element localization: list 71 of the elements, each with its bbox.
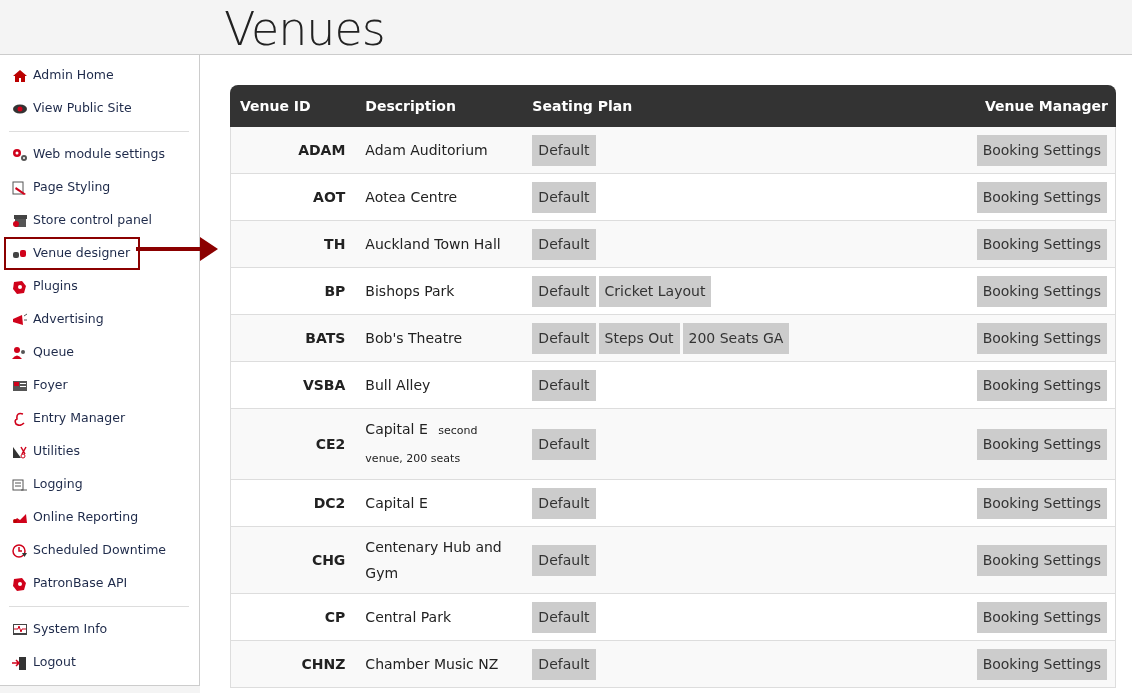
seating-plan-button[interactable]: Default xyxy=(532,181,596,213)
venue-id-cell: BATS xyxy=(230,315,356,362)
sidebar-item[interactable]: Utilities xyxy=(4,435,89,468)
booking-settings-button[interactable]: Booking Settings xyxy=(976,181,1107,213)
sidebar-item[interactable]: Advertising xyxy=(4,303,112,336)
booking-settings-button[interactable]: Booking Settings xyxy=(976,275,1107,307)
column-header: Venue Manager xyxy=(909,85,1116,127)
people-icon xyxy=(12,345,28,360)
booking-settings-button[interactable]: Booking Settings xyxy=(976,544,1107,576)
seating-plan-button[interactable]: Default xyxy=(532,275,596,307)
venue-id-cell: CHNZ xyxy=(230,641,356,688)
sidebar-item[interactable]: Store control panel xyxy=(4,204,160,237)
megaphone-icon xyxy=(12,312,28,327)
gears-icon xyxy=(12,147,28,162)
booking-settings-button[interactable]: Booking Settings xyxy=(976,648,1107,680)
booking-settings-button[interactable]: Booking Settings xyxy=(976,601,1107,633)
sidebar-item[interactable]: PatronBase API xyxy=(4,567,136,600)
column-header: Seating Plan xyxy=(522,85,910,127)
house-icon xyxy=(12,68,28,83)
seating-plan-button[interactable]: Default xyxy=(532,487,596,519)
sidebar-item[interactable]: System Info xyxy=(4,613,116,646)
clock-icon xyxy=(12,543,28,558)
seating-plan-button[interactable]: Steps Out xyxy=(598,322,680,354)
booking-settings-button[interactable]: Booking Settings xyxy=(976,428,1107,460)
venue-description: Auckland Town Hall xyxy=(355,221,523,268)
sidebar-item[interactable]: Foyer xyxy=(4,369,76,402)
sidebar-item[interactable]: Logging xyxy=(4,468,91,501)
seating-plan-button[interactable]: Default xyxy=(532,369,596,401)
sidebar-item[interactable]: Venue designer xyxy=(4,237,141,270)
seating-plan-button[interactable]: Cricket Layout xyxy=(598,275,712,307)
page-title: Venues xyxy=(224,1,386,58)
seating-plan-button[interactable]: Default xyxy=(532,134,596,166)
seating-plan-button[interactable]: Default xyxy=(532,544,596,576)
booking-settings-button[interactable]: Booking Settings xyxy=(976,369,1107,401)
sidebar-item[interactable]: Queue xyxy=(4,336,83,369)
monitor-icon xyxy=(12,378,28,393)
seating-plan-button[interactable]: Default xyxy=(532,648,596,680)
column-header: Venue ID xyxy=(230,85,356,127)
sidebar-item[interactable]: Logout xyxy=(4,646,84,679)
booking-settings-button[interactable]: Booking Settings xyxy=(976,134,1107,166)
venue-description: Capital E second venue, 200 seats xyxy=(355,409,523,480)
sidebar-item[interactable]: Web module settings xyxy=(4,138,173,171)
booking-settings-button[interactable]: Booking Settings xyxy=(976,487,1107,519)
venue-id-cell: ADAM xyxy=(230,127,356,174)
sidebar-item[interactable]: Plugins xyxy=(4,270,86,303)
venue-description: Chamber Music NZ xyxy=(355,641,523,688)
exit-door-icon xyxy=(12,655,28,670)
venue-id-cell: TH xyxy=(230,221,356,268)
sidebar-item[interactable]: Online Reporting xyxy=(4,501,147,534)
venue-id-cell: CE2 xyxy=(230,409,356,480)
script-letter-icon xyxy=(12,411,28,426)
venue-description: Adam Auditorium xyxy=(355,127,523,174)
venue-id-cell: CHG xyxy=(230,527,356,594)
sidebar-item[interactable]: Admin Home xyxy=(4,59,122,92)
seating-plan-button[interactable]: Default xyxy=(532,601,596,633)
heartbeat-monitor-icon xyxy=(12,622,28,637)
column-header: Description xyxy=(355,85,523,127)
booking-settings-button[interactable]: Booking Settings xyxy=(976,228,1107,260)
sidebar-item[interactable]: View Public Site xyxy=(4,92,140,125)
document-icon xyxy=(12,477,28,492)
seating-plan-button[interactable]: 200 Seats GA xyxy=(682,322,790,354)
seating-plan-button[interactable]: Default xyxy=(532,322,596,354)
sidebar-item[interactable]: Entry Manager xyxy=(4,402,134,435)
seating-plan-button[interactable]: Default xyxy=(532,228,596,260)
venue-description: Bob's Theatre xyxy=(355,315,523,362)
seating-plan-button[interactable]: Default xyxy=(532,428,596,460)
sidebar-item[interactable]: Page Styling xyxy=(4,171,119,204)
ruler-scissors-icon xyxy=(12,444,28,459)
venue-description: Centenary Hub and Gym xyxy=(355,527,523,594)
booking-settings-button[interactable]: Booking Settings xyxy=(976,322,1107,354)
sidebar-item[interactable]: Scheduled Downtime xyxy=(4,534,174,567)
